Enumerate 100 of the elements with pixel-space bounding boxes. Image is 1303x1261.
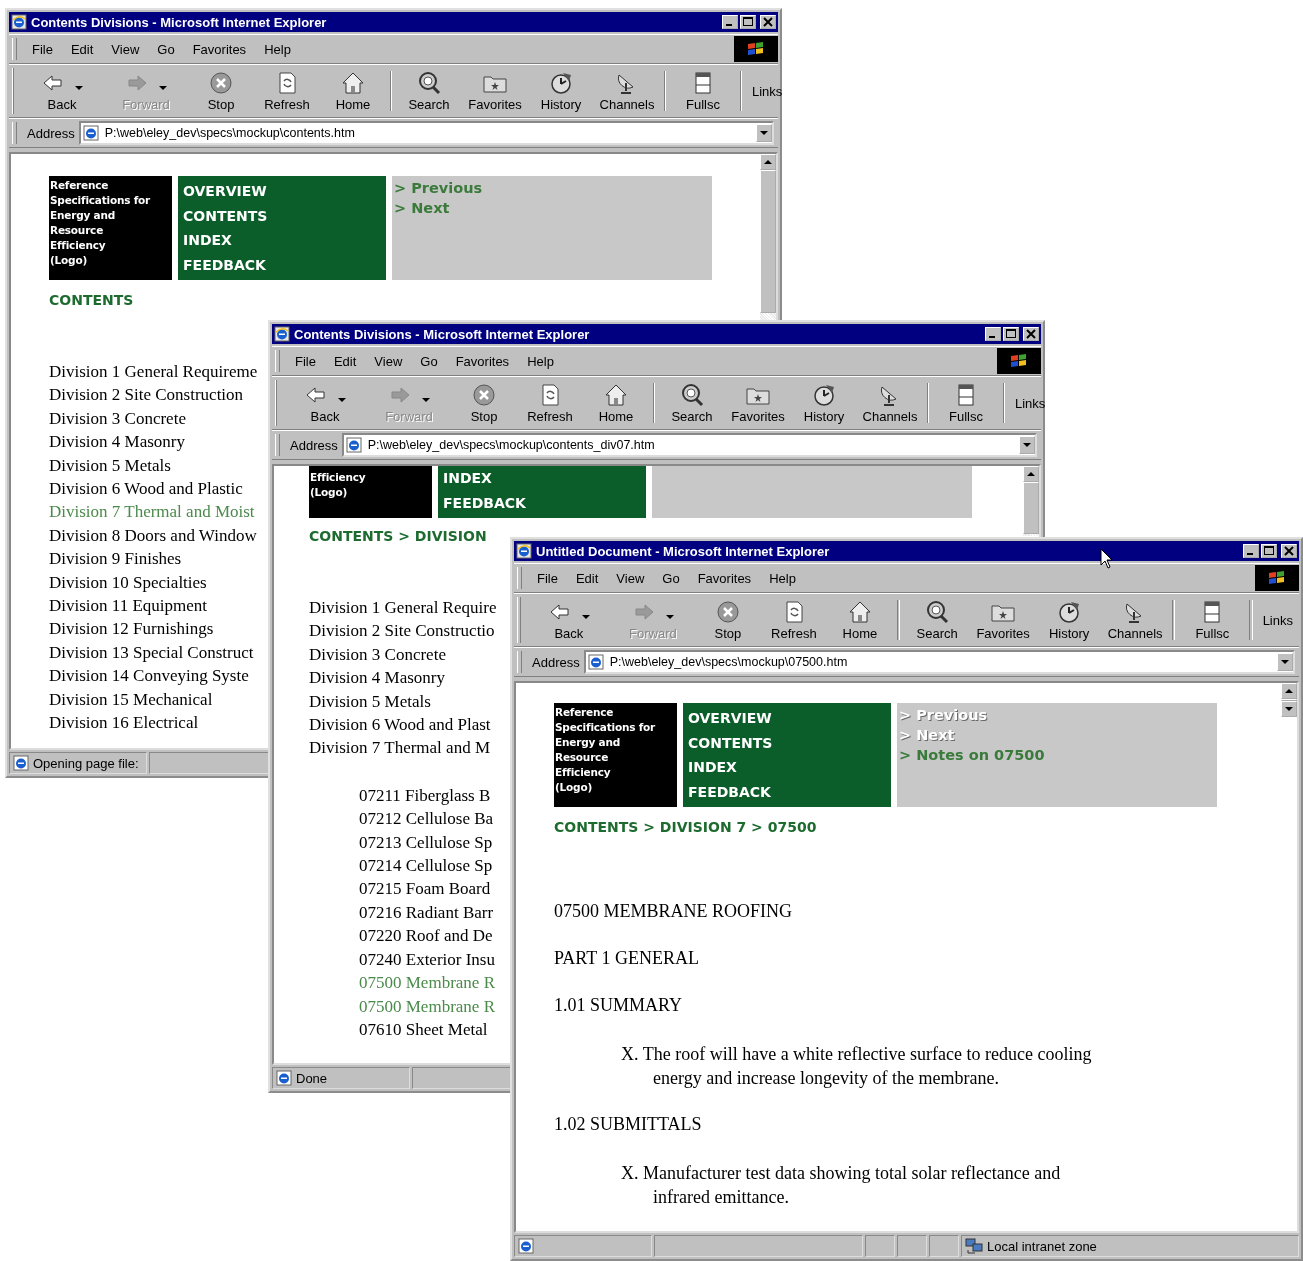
menu-item[interactable]: Favorites: [446, 353, 519, 369]
minimize-button[interactable]: [722, 15, 738, 29]
menu-item[interactable]: Edit: [324, 353, 366, 369]
division-link[interactable]: Division 6 Wood and Plastic: [49, 477, 243, 501]
address-field[interactable]: P:\web\eley_dev\specs\mockup\contents.htm: [78, 121, 774, 145]
history-button[interactable]: History: [1036, 599, 1103, 641]
nav-link[interactable]: INDEX: [183, 228, 381, 253]
menu-item[interactable]: Edit: [61, 41, 103, 57]
address-field[interactable]: P:\web\eley_dev\specs\mockup\07500.htm: [583, 650, 1295, 674]
menu-item[interactable]: Favorites: [183, 41, 256, 57]
division-link[interactable]: Division 7 Thermal and Moist: [49, 500, 255, 524]
menu-item[interactable]: Help: [518, 353, 563, 369]
menu-item[interactable]: File: [528, 570, 567, 586]
division-link[interactable]: Division 4 Masonry: [309, 666, 445, 690]
favorites-button[interactable]: Favorites: [462, 70, 528, 112]
favorites-button[interactable]: Favorites: [970, 599, 1037, 641]
search-button[interactable]: Search: [659, 382, 725, 424]
division-link[interactable]: 07215 Foam Board: [359, 877, 491, 901]
scrollbar[interactable]: [1023, 466, 1039, 536]
fullscreen-button[interactable]: Fullsc: [670, 70, 736, 112]
close-button[interactable]: [1023, 327, 1039, 341]
nav-link[interactable]: OVERVIEW: [688, 706, 886, 731]
division-link[interactable]: 07212 Cellulose Ba: [359, 807, 494, 831]
menu-item[interactable]: Go: [411, 353, 447, 369]
division-link[interactable]: Division 15 Mechanical: [49, 687, 213, 712]
dropdown-button[interactable]: [1019, 436, 1035, 454]
division-link[interactable]: Division 3 Concrete: [49, 406, 186, 431]
maximize-button[interactable]: [740, 15, 756, 29]
scrollbar[interactable]: [1281, 683, 1297, 718]
maximize-button[interactable]: [1003, 327, 1019, 341]
links-button[interactable]: Links: [746, 83, 789, 99]
nav-link[interactable]: FEEDBACK: [688, 779, 886, 804]
division-link[interactable]: Division 8 Doors and Window: [49, 523, 257, 548]
division-link[interactable]: 07220 Roof and De: [359, 924, 493, 948]
nav-link[interactable]: OVERVIEW: [183, 179, 381, 204]
menu-item[interactable]: Go: [148, 41, 184, 57]
nav-link[interactable]: FEEDBACK: [443, 490, 641, 515]
division-link[interactable]: Division 9 Finishes: [49, 547, 182, 571]
nav-link[interactable]: INDEX: [688, 755, 886, 780]
division-link[interactable]: Division 1 General Require: [309, 596, 497, 620]
division-link[interactable]: Division 12 Furnishings: [49, 617, 214, 641]
refresh-button[interactable]: Refresh: [254, 70, 320, 112]
links-button[interactable]: Links: [1256, 612, 1299, 628]
menu-item[interactable]: File: [23, 41, 62, 57]
back-button[interactable]: Back: [20, 70, 104, 112]
channels-button[interactable]: Channels: [1102, 599, 1169, 641]
division-link[interactable]: Division 1 General Requireme: [49, 360, 258, 384]
menu-item[interactable]: Favorites: [688, 570, 761, 586]
back-button[interactable]: Back: [283, 382, 367, 424]
address-field[interactable]: P:\web\eley_dev\specs\mockup\contents_div07.htm: [341, 433, 1037, 457]
dropdown-button[interactable]: [1277, 653, 1293, 671]
division-link[interactable]: 07500 Membrane R: [359, 971, 495, 995]
division-link[interactable]: 07240 Exterior Insu: [359, 947, 495, 972]
division-link[interactable]: Division 2 Site Constructio: [309, 619, 495, 643]
refresh-button[interactable]: Refresh: [760, 599, 827, 641]
division-link[interactable]: Division 16 Electrical: [49, 711, 199, 735]
stop-button[interactable]: Stop: [694, 599, 761, 641]
close-button[interactable]: [760, 15, 776, 29]
menu-item[interactable]: Edit: [566, 570, 608, 586]
division-link[interactable]: Division 14 Conveying Syste: [49, 664, 249, 688]
search-button[interactable]: Search: [904, 599, 971, 641]
fullscreen-button[interactable]: Fullsc: [1179, 599, 1246, 641]
division-link[interactable]: Division 13 Special Construct: [49, 640, 254, 665]
home-button[interactable]: Home: [320, 70, 386, 112]
division-link[interactable]: 07500 Membrane R: [359, 994, 495, 1018]
division-link[interactable]: Division 10 Specialties: [49, 570, 207, 595]
stop-button[interactable]: Stop: [451, 382, 517, 424]
close-button[interactable]: [1281, 544, 1297, 558]
division-link[interactable]: Division 3 Concrete: [309, 642, 446, 667]
division-link[interactable]: Division 2 Site Construction: [49, 383, 244, 407]
minimize-button[interactable]: [1243, 544, 1259, 558]
division-link[interactable]: 07610 Sheet Metal: [359, 1017, 488, 1042]
division-link[interactable]: 07216 Radiant Barr: [359, 900, 494, 925]
channels-button[interactable]: Channels: [857, 382, 923, 424]
minimize-button[interactable]: [985, 327, 1001, 341]
back-button[interactable]: Back: [526, 599, 611, 641]
refresh-button[interactable]: Refresh: [517, 382, 583, 424]
division-link[interactable]: 07213 Cellulose Sp: [359, 830, 493, 855]
nav-link[interactable]: CONTENTS: [183, 203, 381, 228]
nav-link[interactable]: CONTENTS: [688, 730, 886, 755]
division-link[interactable]: Division 7 Thermal and M: [309, 736, 490, 760]
division-link[interactable]: Division 4 Masonry: [49, 430, 185, 454]
home-button[interactable]: Home: [826, 599, 893, 641]
fullscreen-button[interactable]: Fullsc: [933, 382, 999, 424]
menu-item[interactable]: View: [607, 570, 654, 586]
links-button[interactable]: Links: [1009, 395, 1052, 411]
division-link[interactable]: Division 11 Equipment: [49, 594, 208, 618]
home-button[interactable]: Home: [583, 382, 649, 424]
menu-item[interactable]: View: [102, 41, 149, 57]
menu-item[interactable]: View: [365, 353, 412, 369]
favorites-button[interactable]: Favorites: [725, 382, 791, 424]
stop-button[interactable]: Stop: [188, 70, 254, 112]
division-link[interactable]: Division 5 Metals: [309, 689, 431, 714]
menu-item[interactable]: Help: [255, 41, 300, 57]
division-link[interactable]: Division 6 Wood and Plast: [309, 713, 491, 737]
maximize-button[interactable]: [1261, 544, 1277, 558]
scrollbar[interactable]: [760, 154, 776, 320]
division-link[interactable]: Division 5 Metals: [49, 453, 171, 478]
dropdown-button[interactable]: [756, 124, 772, 142]
search-button[interactable]: Search: [396, 70, 462, 112]
